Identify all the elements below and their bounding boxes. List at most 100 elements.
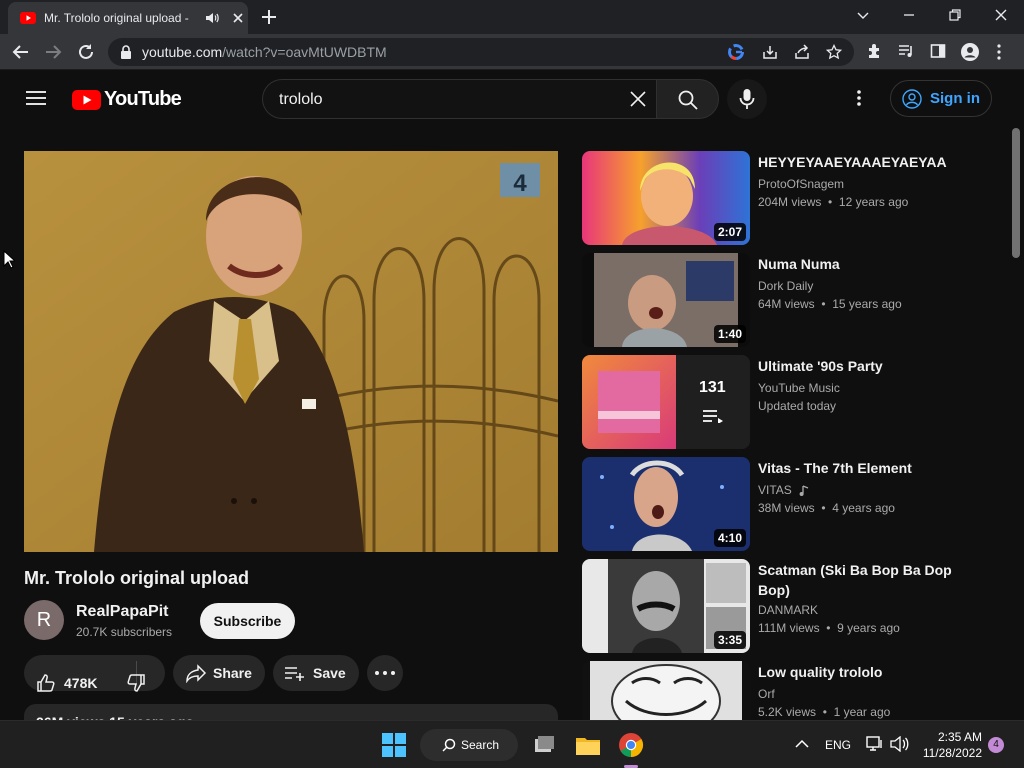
video-player[interactable]: 4 <box>24 151 558 552</box>
recommendation-item[interactable]: 2:07 HEYYEYAAEYAAAEYAEYAA ProtoOfSnagem … <box>582 151 1002 245</box>
recommendation-title[interactable]: Ultimate '90s Party <box>758 356 958 376</box>
system-clock[interactable]: 2:35 AM 11/28/2022 <box>920 729 982 761</box>
extensions-puzzle-icon[interactable] <box>866 43 882 59</box>
recommendation-title[interactable]: Vitas - The 7th Element <box>758 458 958 478</box>
recommendation-item[interactable]: 4:10 Vitas - The 7th Element VITAS 38M v… <box>582 457 1002 551</box>
add-to-playlist-icon <box>285 667 304 681</box>
save-button[interactable]: Save <box>273 655 359 691</box>
file-explorer-icon[interactable] <box>575 733 601 757</box>
notification-badge[interactable]: 4 <box>988 737 1004 753</box>
recommendation-age: 15 years ago <box>832 297 902 311</box>
media-queue-icon[interactable] <box>898 43 914 59</box>
playlist-icon <box>702 409 724 423</box>
recommendation-channel[interactable]: DANMARK <box>758 603 818 617</box>
playlist-thumbnail-art <box>582 355 750 449</box>
url-text[interactable]: youtube.com/watch?v=oavMtUWDBTM <box>142 44 387 60</box>
share-label: Share <box>213 665 252 681</box>
recommendation-item[interactable]: 1:40 Numa Numa Dork Daily 64M views • 15… <box>582 253 1002 347</box>
voice-search-button[interactable] <box>727 79 767 119</box>
recommendation-title[interactable]: HEYYEYAAEYAAAEYAEYAA <box>758 152 958 172</box>
search-query-text: trololo <box>279 91 323 108</box>
hamburger-menu-icon[interactable] <box>26 90 46 106</box>
new-tab-icon[interactable] <box>260 8 278 26</box>
mouse-cursor-icon <box>3 250 15 270</box>
share-page-icon[interactable] <box>794 44 810 60</box>
video-frame: 4 <box>24 151 558 552</box>
more-actions-button[interactable] <box>367 655 403 691</box>
video-title: Mr. Trololo original upload <box>24 568 249 588</box>
back-arrow-icon[interactable] <box>12 43 30 61</box>
taskbar-search-icon <box>442 738 456 752</box>
recommendation-age: 1 year ago <box>833 705 891 719</box>
recommendation-title[interactable]: Low quality trololo <box>758 662 958 682</box>
search-button[interactable] <box>656 79 719 119</box>
duration-badge: 1:40 <box>713 325 746 343</box>
settings-more-icon[interactable] <box>856 89 862 107</box>
recommendation-age: 4 years ago <box>832 501 895 515</box>
taskbar-search-label: Search <box>461 738 500 752</box>
reload-icon[interactable] <box>77 43 95 61</box>
recommendation-thumbnail[interactable]: 2:07 <box>582 151 750 245</box>
recommendation-channel[interactable]: VITAS <box>758 483 809 497</box>
channel-avatar[interactable]: R <box>24 600 64 640</box>
thumbs-down-icon <box>127 674 145 692</box>
task-view-icon[interactable] <box>532 733 556 757</box>
recommendation-channel[interactable]: ProtoOfSnagem <box>758 177 844 191</box>
restore-icon[interactable] <box>948 8 962 22</box>
recommendation-thumbnail[interactable]: 1:40 <box>582 253 750 347</box>
network-icon[interactable] <box>866 736 884 752</box>
recommendation-thumbnail[interactable] <box>582 661 750 720</box>
microphone-icon <box>739 89 755 109</box>
share-button[interactable]: Share <box>173 655 265 691</box>
channel-name[interactable]: RealPapaPit <box>76 603 168 621</box>
bookmark-star-icon[interactable] <box>826 44 842 60</box>
share-arrow-icon <box>186 664 207 683</box>
taskbar-search[interactable]: Search <box>420 729 518 761</box>
page-scrollbar[interactable] <box>1012 128 1020 258</box>
recommendation-channel[interactable]: Orf <box>758 687 775 701</box>
browser-tab[interactable]: Mr. Trololo original upload - <box>8 2 248 34</box>
recommendation-channel[interactable]: Dork Daily <box>758 279 813 293</box>
subscribe-button[interactable]: Subscribe <box>200 603 295 639</box>
recommendation-channel[interactable]: YouTube Music <box>758 381 840 395</box>
recommendation-meta: 204M views • 12 years ago <box>758 195 909 209</box>
address-bar[interactable]: youtube.com/watch?v=oavMtUWDBTM <box>108 38 854 66</box>
google-lens-icon[interactable] <box>728 44 744 60</box>
recommendation-views: 204M views <box>758 195 822 209</box>
tab-title: Mr. Trololo original upload - <box>44 11 189 25</box>
profile-icon[interactable] <box>961 43 979 61</box>
recommendation-item[interactable]: 131 Ultimate '90s Party YouTube Music Up… <box>582 355 1002 449</box>
side-panel-icon[interactable] <box>930 43 946 59</box>
clock-time: 2:35 AM <box>937 730 982 744</box>
playlist-thumbnail[interactable]: 131 <box>582 355 750 449</box>
recommendation-item[interactable]: Low quality trololo Orf 5.2K views • 1 y… <box>582 661 1002 720</box>
tab-close-icon[interactable] <box>231 11 245 25</box>
minimize-icon[interactable] <box>902 8 916 22</box>
input-language[interactable]: ENG <box>825 738 851 752</box>
show-hidden-icons-chevron-icon[interactable] <box>795 739 809 749</box>
tab-search-chevron-icon[interactable] <box>856 8 870 22</box>
recommendation-views: 64M views <box>758 297 815 311</box>
install-app-icon[interactable] <box>762 44 778 60</box>
recommendation-title[interactable]: Numa Numa <box>758 254 958 274</box>
browser-toolbar: youtube.com/watch?v=oavMtUWDBTM <box>0 34 1024 70</box>
clear-search-icon[interactable] <box>629 90 647 108</box>
recommendation-thumbnail[interactable]: 3:35 <box>582 559 750 653</box>
window-close-icon[interactable] <box>994 8 1008 22</box>
volume-icon[interactable] <box>890 736 910 752</box>
chrome-icon[interactable] <box>618 732 644 758</box>
recommendation-title[interactable]: Scatman (Ski Ba Bop Ba Dop Bop) <box>758 560 958 600</box>
recommendation-item[interactable]: 3:35 Scatman (Ski Ba Bop Ba Dop Bop) DAN… <box>582 559 1002 653</box>
browser-menu-icon[interactable] <box>996 43 1002 61</box>
search-input[interactable]: trololo <box>262 79 656 119</box>
tab-audio-icon[interactable] <box>205 11 219 25</box>
windows-start-icon[interactable] <box>382 733 406 757</box>
recommendation-meta: 5.2K views • 1 year ago <box>758 705 891 719</box>
recommendation-views: 38M views <box>758 501 815 515</box>
youtube-logo[interactable]: YouTube <box>72 88 182 111</box>
recommendation-thumbnail[interactable]: 4:10 <box>582 457 750 551</box>
forward-arrow-icon[interactable] <box>44 43 62 61</box>
sign-in-button[interactable]: Sign in <box>890 80 992 117</box>
browser-tab-bar: Mr. Trololo original upload - <box>0 0 1024 34</box>
lock-icon[interactable] <box>120 45 132 59</box>
